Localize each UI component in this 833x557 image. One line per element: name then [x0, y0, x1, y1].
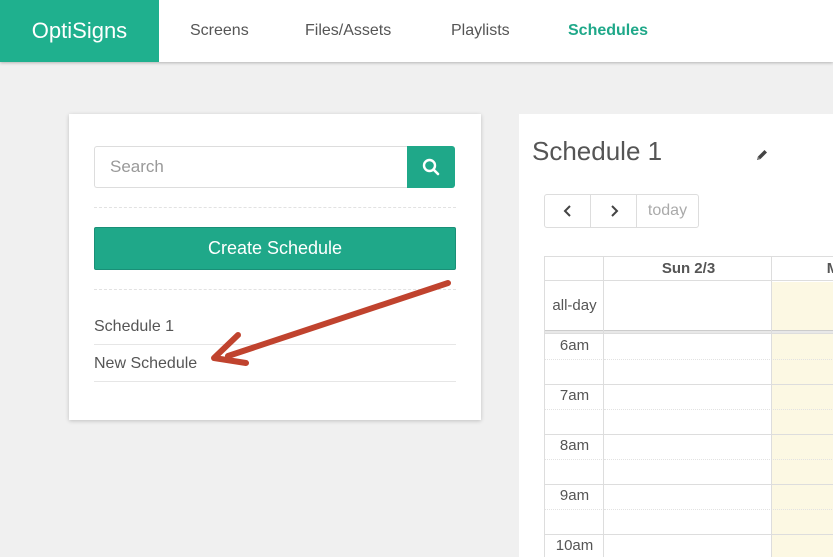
- chevron-left-icon: [563, 205, 571, 217]
- time-label-8am: 8am: [559, 437, 590, 454]
- chevron-right-icon: [610, 205, 618, 217]
- pencil-icon[interactable]: [755, 148, 769, 162]
- divider: [94, 207, 456, 208]
- today-column-highlight: [772, 282, 833, 557]
- schedule-title: Schedule 1: [532, 136, 663, 166]
- prev-button[interactable]: [545, 195, 591, 227]
- half-hour-line: [545, 459, 604, 460]
- brand-logo[interactable]: OptiSigns: [0, 0, 159, 62]
- column-divider: [771, 257, 772, 557]
- calendar-panel: Schedule 1 today Sun 2/3 M all-day: [519, 114, 833, 557]
- half-hour-line: [545, 409, 604, 410]
- hour-line: [545, 434, 833, 435]
- schedule-list-panel: Create Schedule Schedule 1 New Schedule: [69, 114, 481, 420]
- half-hour-line: [545, 509, 604, 510]
- hour-line: [545, 484, 833, 485]
- allday-divider: [545, 330, 833, 334]
- time-label-10am: 10am: [555, 537, 594, 554]
- half-hour-line: [604, 509, 833, 510]
- half-hour-line: [604, 409, 833, 410]
- hour-line: [545, 534, 833, 535]
- column-divider: [603, 257, 604, 557]
- half-hour-line: [604, 359, 833, 360]
- nav-files-assets[interactable]: Files/Assets: [305, 0, 391, 62]
- time-label-9am: 9am: [559, 487, 590, 504]
- search-icon: [422, 158, 440, 176]
- top-navbar: OptiSigns Screens Files/Assets Playlists…: [0, 0, 833, 62]
- nav-playlists[interactable]: Playlists: [451, 0, 510, 62]
- search-button[interactable]: [407, 146, 455, 188]
- column-header-sun: Sun 2/3: [661, 260, 716, 277]
- nav-schedules[interactable]: Schedules: [568, 0, 648, 62]
- today-button[interactable]: today: [637, 195, 698, 227]
- column-header-mon: M: [773, 257, 833, 281]
- time-label-7am: 7am: [559, 387, 590, 404]
- time-label-6am: 6am: [559, 337, 590, 354]
- allday-label: all-day: [552, 297, 597, 314]
- search-input[interactable]: [94, 146, 408, 188]
- divider: [94, 289, 456, 290]
- calendar-nav-buttons: today: [544, 194, 699, 228]
- week-calendar-grid: Sun 2/3 M all-day 6am 7am 8am 9am 10am: [544, 256, 833, 557]
- nav-screens[interactable]: Screens: [190, 0, 249, 62]
- next-button[interactable]: [591, 195, 637, 227]
- create-schedule-button[interactable]: Create Schedule: [94, 227, 456, 270]
- hour-line: [545, 384, 833, 385]
- half-hour-line: [545, 359, 604, 360]
- schedule-list-item-schedule-1[interactable]: Schedule 1: [94, 308, 456, 345]
- half-hour-line: [604, 459, 833, 460]
- schedule-list-item-new-schedule[interactable]: New Schedule: [94, 345, 456, 382]
